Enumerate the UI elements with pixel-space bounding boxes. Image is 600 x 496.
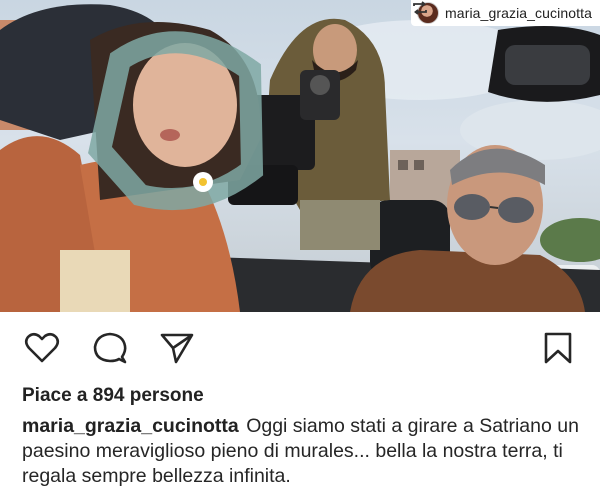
repost-badge[interactable]: maria_grazia_cucinotta (411, 0, 600, 26)
photo-illustration (0, 4, 600, 312)
likes-count[interactable]: Piace a 894 persone (22, 385, 204, 407)
send-icon (160, 333, 194, 364)
instagram-post: maria_grazia_cucinotta Piace a 894 perso… (0, 0, 600, 496)
post-caption: maria_grazia_cucinotta Oggi siamo stati … (22, 414, 592, 489)
save-button[interactable] (538, 330, 578, 366)
heart-icon (24, 332, 60, 363)
post-photo[interactable]: maria_grazia_cucinotta (0, 0, 600, 312)
share-button[interactable] (157, 330, 197, 366)
comment-icon (93, 332, 127, 364)
caption-username[interactable]: maria_grazia_cucinotta (22, 415, 239, 437)
like-button[interactable] (22, 330, 62, 366)
bookmark-icon (544, 332, 572, 364)
repost-username[interactable]: maria_grazia_cucinotta (445, 5, 592, 21)
action-bar (0, 326, 600, 370)
comment-button[interactable] (90, 330, 130, 366)
repost-icon (413, 1, 427, 15)
